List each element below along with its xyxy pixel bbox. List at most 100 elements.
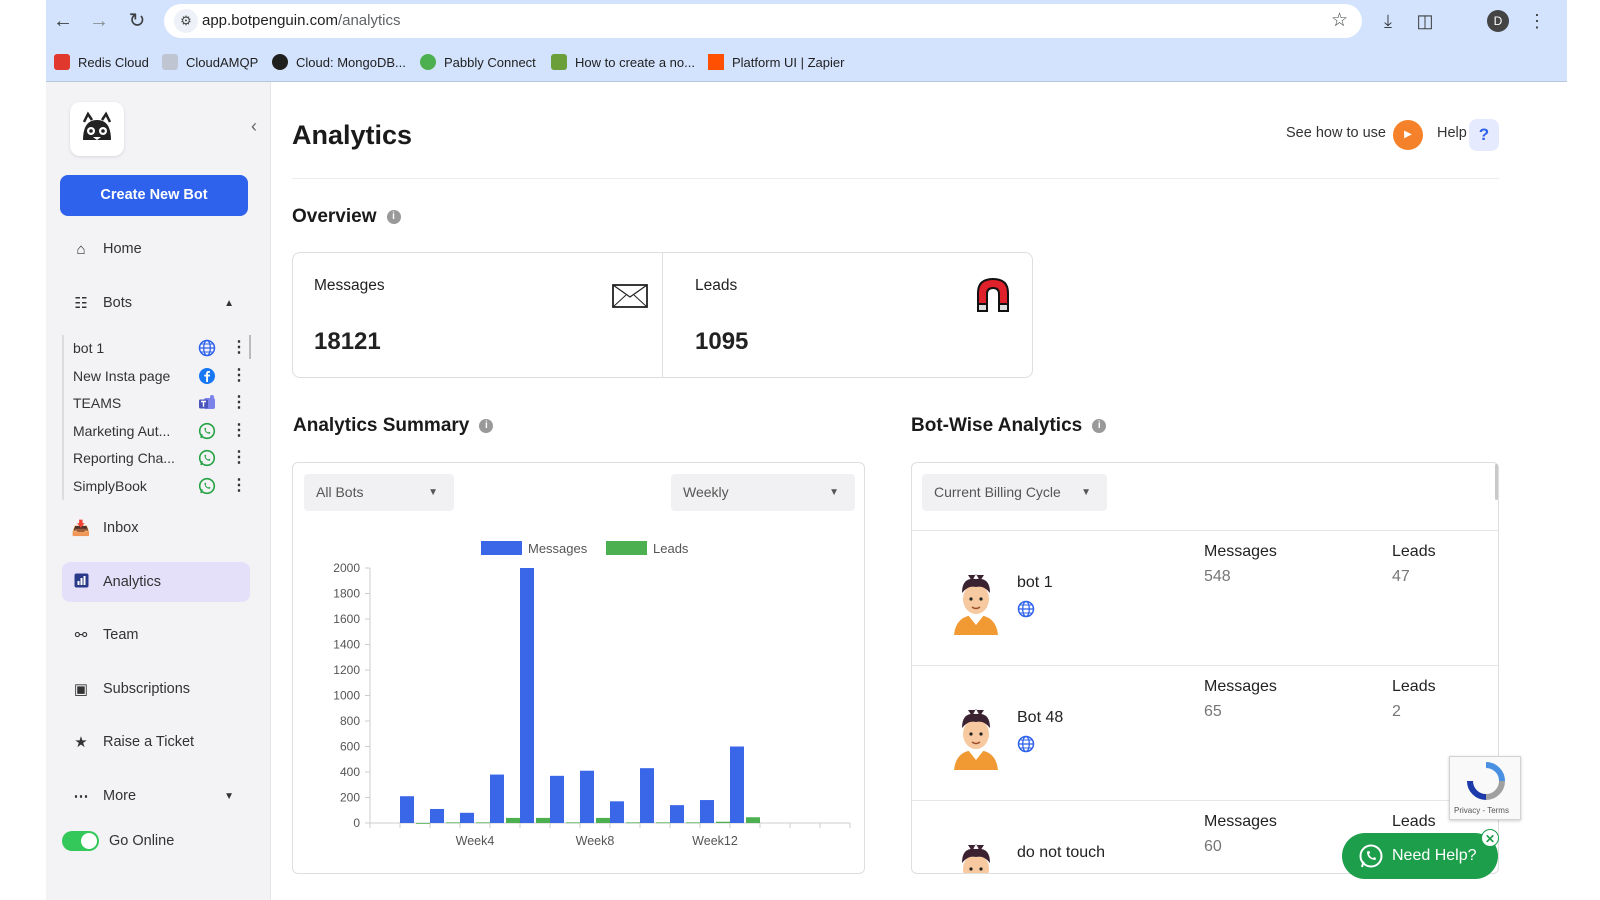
messages-bar xyxy=(430,808,444,823)
reload-icon[interactable]: ↻ xyxy=(125,9,149,33)
nav-team[interactable]: ⚯ Team xyxy=(62,615,250,655)
analytics-bar-chart: Messages Leads 0 200 400 600 800 1000 1200 1400 16… xyxy=(333,541,851,848)
browser-menu-icon[interactable]: ⋮ xyxy=(1524,8,1550,34)
ticket-icon: ★ xyxy=(74,734,88,751)
header-divider xyxy=(292,178,1499,179)
bookmark-star-icon[interactable]: ☆ xyxy=(1331,9,1348,32)
address-bar[interactable]: ⚙ app.botpenguin.com/analytics ☆ xyxy=(164,4,1362,38)
info-icon[interactable]: i xyxy=(386,210,401,224)
zapier-icon xyxy=(708,54,724,70)
nav-raise-ticket[interactable]: ★ Raise a Ticket xyxy=(62,722,250,762)
messages-header: Messages xyxy=(1204,678,1277,695)
see-how-to-use-link[interactable]: See how to use xyxy=(1286,125,1386,141)
y-tick-label: 1200 xyxy=(333,663,360,677)
nav-home[interactable]: ⌂ Home xyxy=(62,229,250,269)
forward-icon[interactable]: → xyxy=(87,9,111,33)
messages-bar xyxy=(700,800,714,823)
bookmark-zapier[interactable]: Platform UI | Zapier xyxy=(708,54,844,70)
side-panel-icon[interactable]: ◫ xyxy=(1412,8,1438,34)
overview-stats: Messages 18121 Leads 1095 xyxy=(292,252,1033,378)
nav-bots[interactable]: ☷ Bots ▲ xyxy=(62,283,250,323)
bot-name: bot 1 xyxy=(1017,574,1053,591)
bot-item[interactable]: bot 1 ⋮ xyxy=(73,335,248,361)
bot-list-scrollbar[interactable] xyxy=(249,335,251,359)
whatsapp-icon xyxy=(198,449,216,467)
leads-bar xyxy=(476,822,490,824)
go-online-toggle[interactable] xyxy=(62,831,99,851)
leads-bar xyxy=(446,822,460,824)
y-tick-label: 200 xyxy=(340,791,360,805)
more-vertical-icon[interactable]: ⋮ xyxy=(231,363,247,389)
bookmark-redis[interactable]: Redis Cloud xyxy=(54,54,149,70)
y-tick-label: 2000 xyxy=(333,561,360,575)
bot-analytics-row[interactable]: Bot 48 Messages 65 Leads 2 xyxy=(912,665,1498,800)
create-new-bot-button[interactable]: Create New Bot xyxy=(60,175,248,216)
messages-header: Messages xyxy=(1204,543,1277,560)
bot-wise-scrollbar[interactable] xyxy=(1495,464,1498,500)
download-icon[interactable]: ⤓ xyxy=(1375,8,1401,34)
y-tick-label: 600 xyxy=(340,740,360,754)
analytics-icon xyxy=(71,573,91,592)
leads-bar xyxy=(686,822,700,824)
messages-bar xyxy=(520,568,534,823)
collapse-sidebar-icon[interactable]: ‹ xyxy=(251,116,257,137)
bots-tree-icon: ☷ xyxy=(74,295,88,312)
chevron-down-icon: ▼ xyxy=(224,790,234,802)
info-icon[interactable]: i xyxy=(1092,419,1107,433)
browser-window: ← → ↻ ⚙ app.botpenguin.com/analytics ☆ ⤓… xyxy=(46,0,1567,900)
messages-bar xyxy=(490,774,504,823)
play-icon[interactable]: ▶ xyxy=(1393,120,1423,150)
more-vertical-icon[interactable]: ⋮ xyxy=(231,445,247,471)
bot-item[interactable]: Marketing Aut... ⋮ xyxy=(73,418,248,444)
more-vertical-icon[interactable]: ⋮ xyxy=(231,335,247,361)
recaptcha-terms[interactable]: Privacy - Terms xyxy=(1454,806,1509,815)
bot-filter-dropdown[interactable]: All Bots ▼ xyxy=(304,474,454,511)
bookmark-how-to[interactable]: How to create a no... xyxy=(551,54,695,70)
more-vertical-icon[interactable]: ⋮ xyxy=(231,473,247,499)
nav-subscriptions[interactable]: ▣ Subscriptions xyxy=(62,669,250,709)
leads-header: Leads xyxy=(1392,543,1436,560)
y-tick-label: 1600 xyxy=(333,612,360,626)
billing-cycle-dropdown[interactable]: Current Billing Cycle ▼ xyxy=(922,474,1107,511)
messages-bar xyxy=(610,801,624,823)
y-tick-label: 400 xyxy=(340,765,360,779)
nav-more[interactable]: ⋯ More ▼ xyxy=(62,776,250,816)
subscriptions-icon: ▣ xyxy=(73,681,89,698)
need-help-chat-button[interactable]: Need Help? xyxy=(1342,833,1498,879)
more-vertical-icon[interactable]: ⋮ xyxy=(231,390,247,416)
bot-item[interactable]: SimplyBook ⋮ xyxy=(73,473,248,499)
y-tick-label: 0 xyxy=(353,816,360,830)
leads-label: Leads xyxy=(695,277,738,294)
shopify-icon xyxy=(551,54,567,70)
messages-label: Messages xyxy=(314,277,385,294)
site-settings-icon[interactable]: ⚙ xyxy=(174,9,198,33)
bot-avatar xyxy=(954,709,998,770)
y-tick-label: 1000 xyxy=(333,689,360,703)
bookmark-mongodb[interactable]: Cloud: MongoDB... xyxy=(272,54,406,70)
bot-analytics-row[interactable]: bot 1 Messages 548 Leads 47 xyxy=(912,530,1498,665)
bot-item[interactable]: New Insta page ⋮ xyxy=(73,363,248,389)
close-icon[interactable]: ✕ xyxy=(1481,829,1499,847)
pabbly-icon xyxy=(420,54,436,70)
botpenguin-logo[interactable] xyxy=(70,102,124,156)
bookmarks-bar: Redis Cloud CloudAMQP Cloud: MongoDB... … xyxy=(46,48,1567,76)
caret-down-icon: ▼ xyxy=(428,487,438,498)
nav-analytics[interactable]: Analytics xyxy=(62,562,250,602)
more-vertical-icon[interactable]: ⋮ xyxy=(231,418,247,444)
bookmark-pabbly[interactable]: Pabbly Connect xyxy=(420,54,536,70)
legend-swatch-0 xyxy=(481,541,522,555)
period-filter-dropdown[interactable]: Weekly ▼ xyxy=(671,474,855,511)
back-icon[interactable]: ← xyxy=(51,9,75,33)
recaptcha-badge[interactable]: Privacy - Terms xyxy=(1449,756,1521,820)
help-link[interactable]: Help xyxy=(1437,125,1467,141)
info-icon[interactable]: i xyxy=(479,419,494,433)
help-question-icon[interactable]: ? xyxy=(1469,119,1499,151)
bot-item[interactable]: Reporting Cha... ⋮ xyxy=(73,445,248,471)
page-title: Analytics xyxy=(292,120,413,150)
legend-label-1: Leads xyxy=(653,541,689,556)
leads-bar xyxy=(416,823,430,824)
bot-item[interactable]: TEAMS ⋮ xyxy=(73,390,248,416)
x-tick-label: Week8 xyxy=(576,834,615,848)
nav-inbox[interactable]: 📥 Inbox xyxy=(62,508,250,548)
bookmark-cloudamqp[interactable]: CloudAMQP xyxy=(162,54,258,70)
